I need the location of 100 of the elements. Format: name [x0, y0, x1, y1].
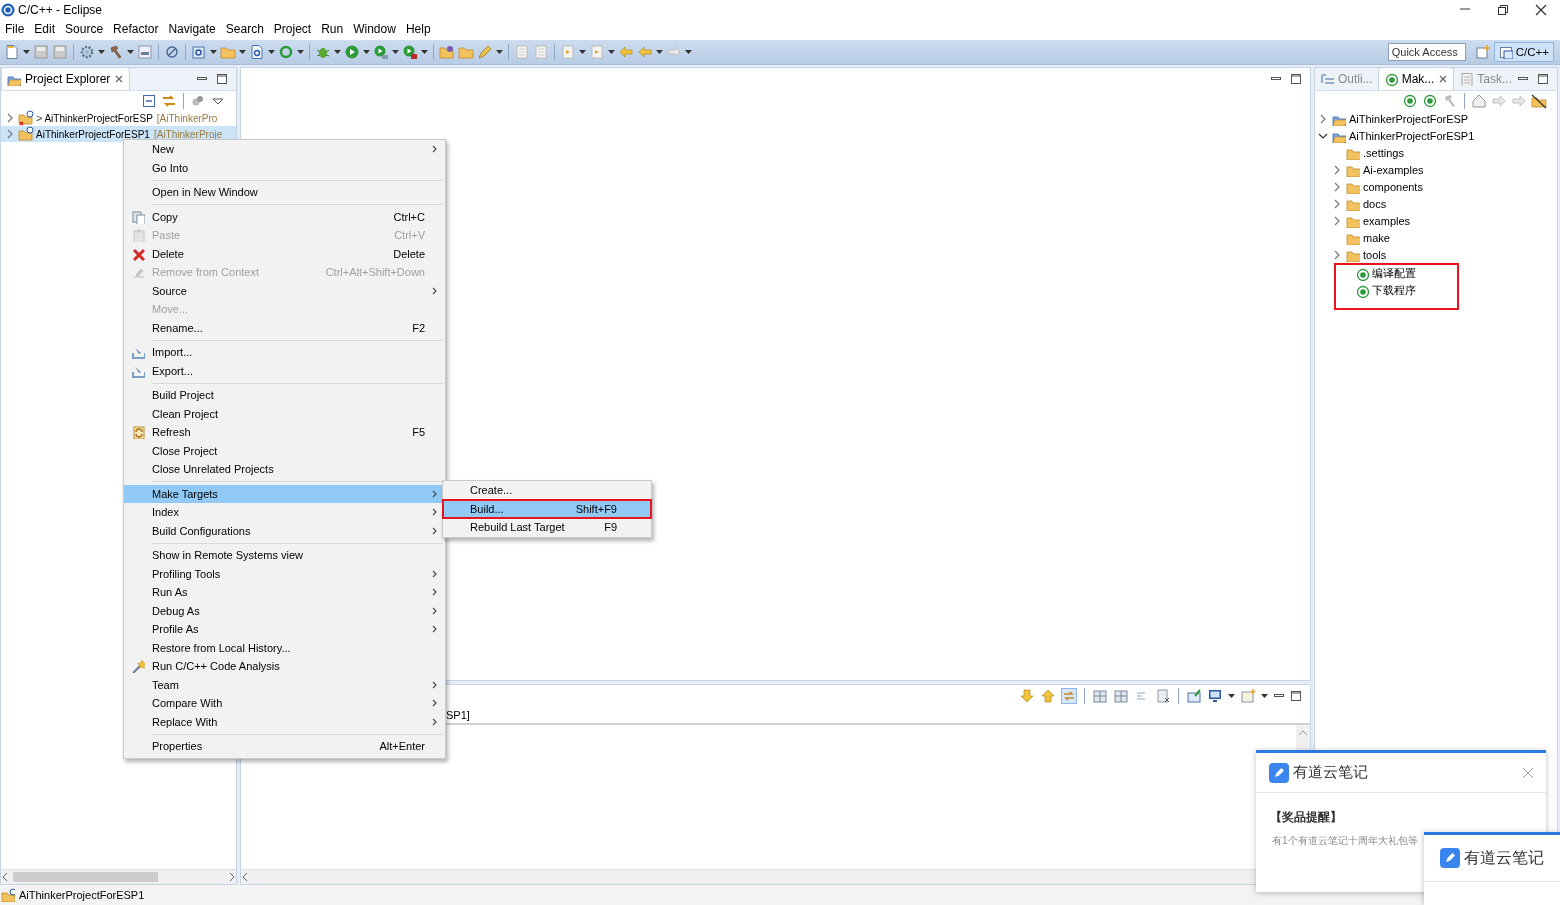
- tree-item[interactable]: docs: [1329, 195, 1557, 212]
- open-perspective-icon[interactable]: [1474, 44, 1491, 60]
- menu-item[interactable]: Run As: [124, 583, 445, 602]
- perspective-button[interactable]: C/C++: [1493, 42, 1554, 62]
- up-arrow-icon[interactable]: [1040, 688, 1056, 704]
- menu-item[interactable]: Debug As: [124, 601, 445, 620]
- menu-item[interactable]: Edit: [29, 22, 61, 36]
- tree-item[interactable]: 下载程序: [1336, 282, 1457, 299]
- maximize-icon[interactable]: [216, 73, 228, 85]
- menu-item[interactable]: Replace With: [124, 712, 445, 731]
- dropdown-caret-icon[interactable]: [98, 50, 105, 54]
- menu-item[interactable]: Run C/C++ Code Analysis: [124, 657, 445, 676]
- new-class-icon[interactable]: [249, 44, 265, 60]
- menu-item[interactable]: Properties Alt+Enter: [124, 737, 445, 756]
- menu-item[interactable]: Window: [348, 22, 401, 36]
- gear-icon[interactable]: [79, 44, 95, 60]
- dropdown-caret-icon[interactable]: [608, 50, 615, 54]
- link-editor-icon[interactable]: [161, 93, 177, 109]
- hammer-icon[interactable]: [108, 44, 124, 60]
- new-target-icon[interactable]: [1402, 93, 1418, 109]
- open-folder-icon[interactable]: [439, 44, 455, 60]
- close-icon[interactable]: [1438, 74, 1449, 84]
- menu-item[interactable]: Search: [220, 22, 269, 36]
- menu-item[interactable]: Show in Remote Systems view: [124, 546, 445, 565]
- link-icon[interactable]: [1061, 688, 1077, 704]
- dropdown-caret-icon[interactable]: [392, 50, 399, 54]
- tree-item[interactable]: tools: [1329, 246, 1557, 263]
- menu-item[interactable]: Run: [316, 22, 349, 36]
- menu-item[interactable]: Export...: [124, 361, 445, 380]
- menu-item[interactable]: Build Configurations: [124, 521, 445, 540]
- quick-access-field[interactable]: Quick Access: [1387, 43, 1466, 61]
- new-project-icon[interactable]: [191, 44, 207, 60]
- remove-icon[interactable]: [1155, 688, 1171, 704]
- dropdown-caret-icon[interactable]: [363, 50, 370, 54]
- scroll-up-icon[interactable]: [1298, 729, 1308, 737]
- run-icon[interactable]: [344, 44, 360, 60]
- dropdown-caret-icon[interactable]: [297, 50, 304, 54]
- menu-item[interactable]: Delete Delete: [124, 244, 445, 263]
- menu-item[interactable]: Make Targets: [124, 484, 445, 503]
- menu-item[interactable]: Source: [60, 22, 109, 36]
- menu-item[interactable]: Import...: [124, 343, 445, 362]
- tree-item[interactable]: AiThinkerProjectForESP: [1315, 110, 1557, 127]
- dropdown-caret-icon[interactable]: [334, 50, 341, 54]
- grid-icon[interactable]: [1092, 688, 1108, 704]
- menu-item[interactable]: File: [0, 22, 30, 36]
- close-icon[interactable]: [1534, 3, 1548, 17]
- grid-icon[interactable]: [1113, 688, 1129, 704]
- menu-item[interactable]: Refactor: [108, 22, 164, 36]
- scroll-left-icon[interactable]: [241, 872, 249, 882]
- menu-item[interactable]: Copy Ctrl+C: [124, 207, 445, 226]
- menu-item[interactable]: Profile As: [124, 620, 445, 639]
- menu-item[interactable]: Open in New Window: [124, 183, 445, 202]
- tree-item[interactable]: 编译配置: [1336, 265, 1457, 282]
- menu-item[interactable]: New: [124, 140, 445, 159]
- tree-item[interactable]: components: [1329, 178, 1557, 195]
- dropdown-caret-icon[interactable]: [656, 50, 663, 54]
- build-target-icon[interactable]: [1422, 93, 1438, 109]
- maximize-icon[interactable]: [1290, 690, 1302, 702]
- menu-item[interactable]: Compare With: [124, 694, 445, 713]
- restore-icon[interactable]: [1496, 3, 1510, 17]
- tree-item[interactable]: AiThinkerProjectForESP1 [AiThinkerProje: [1, 126, 236, 142]
- menu-item[interactable]: Project: [268, 22, 317, 36]
- monitor-icon[interactable]: [1207, 688, 1223, 704]
- menu-item[interactable]: Source: [124, 281, 445, 300]
- menu-item[interactable]: Help: [400, 22, 436, 36]
- dropdown-caret-icon[interactable]: [496, 50, 503, 54]
- menu-item[interactable]: Navigate: [163, 22, 221, 36]
- tree-item[interactable]: AiThinkerProjectForESP1: [1315, 127, 1557, 144]
- tree-item[interactable]: .settings: [1329, 144, 1557, 161]
- menu-item[interactable]: Close Project: [124, 441, 445, 460]
- hide-folders-icon[interactable]: [1531, 93, 1547, 109]
- view-tab[interactable]: Project Explorer: [1, 68, 131, 90]
- menu-item[interactable]: Close Unrelated Projects: [124, 460, 445, 479]
- tree-item[interactable]: make: [1329, 229, 1557, 246]
- dropdown-caret-icon[interactable]: [23, 50, 30, 54]
- collapse-all-icon[interactable]: [141, 93, 157, 109]
- external-tool-icon[interactable]: [402, 44, 418, 60]
- new-file-icon[interactable]: [4, 44, 20, 60]
- maximize-icon[interactable]: [1290, 73, 1302, 85]
- tree-item[interactable]: examples: [1329, 212, 1557, 229]
- menu-item[interactable]: Clean Project: [124, 404, 445, 423]
- dropdown-caret-icon[interactable]: [210, 50, 217, 54]
- menu-item[interactable]: Refresh F5: [124, 423, 445, 442]
- scrollbar-thumb[interactable]: [13, 872, 158, 882]
- menu-item[interactable]: Rename... F2: [124, 318, 445, 337]
- dropdown-caret-icon[interactable]: [268, 50, 275, 54]
- tree-item[interactable]: > AiThinkerProjectForESP [AiThinkerPro: [1, 110, 236, 126]
- menu-item[interactable]: Rebuild Last Target F9: [443, 518, 651, 537]
- close-icon[interactable]: [114, 74, 125, 84]
- menu-item[interactable]: Create...: [443, 481, 651, 500]
- dropdown-caret-icon[interactable]: [1228, 694, 1235, 698]
- dropdown-caret-icon[interactable]: [685, 50, 692, 54]
- dropdown-caret-icon[interactable]: [579, 50, 586, 54]
- menu-item[interactable]: Go Into: [124, 158, 445, 177]
- tree-item[interactable]: Ai-examples: [1329, 161, 1557, 178]
- menu-item[interactable]: Index: [124, 503, 445, 522]
- down-arrow-icon[interactable]: [1019, 688, 1035, 704]
- menu-item[interactable]: Build Project: [124, 386, 445, 405]
- view-tab[interactable]: Mak...: [1377, 68, 1455, 90]
- menu-item[interactable]: Build... Shift+F9: [443, 499, 651, 518]
